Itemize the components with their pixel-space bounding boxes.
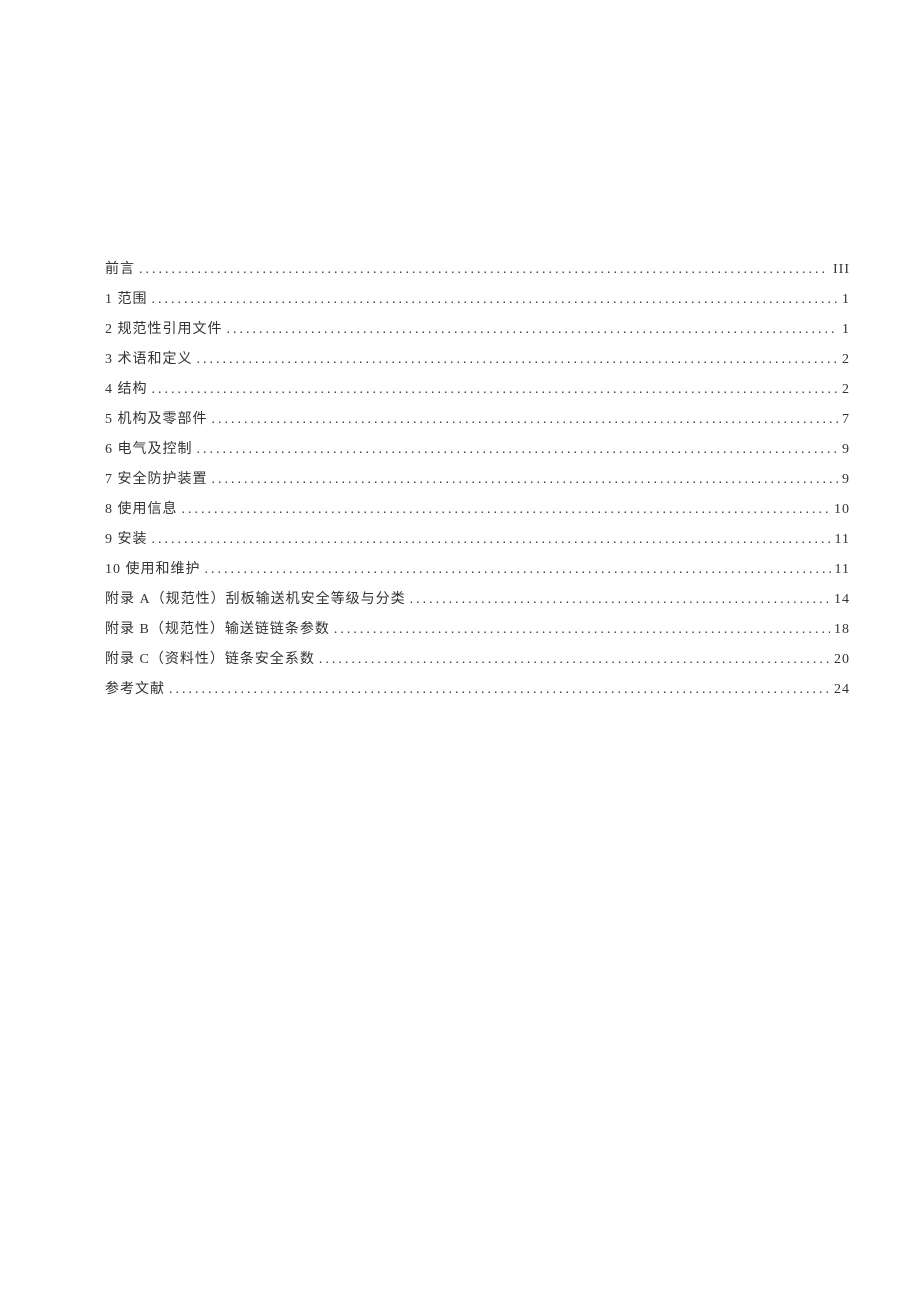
toc-title: 6 电气及控制 <box>105 435 193 465</box>
toc-leader-dots <box>139 255 829 285</box>
toc-title: 2 规范性引用文件 <box>105 315 223 345</box>
toc-page-number: 11 <box>835 555 850 585</box>
toc-leader-dots <box>197 435 839 465</box>
table-of-contents: 前言 III 1 范围 1 2 规范性引用文件 1 3 术语和定义 2 4 结构… <box>105 255 850 705</box>
toc-leader-dots <box>212 465 839 495</box>
toc-page-number: 2 <box>842 375 850 405</box>
toc-title: 8 使用信息 <box>105 495 178 525</box>
toc-entry: 附录 B（规范性）输送链链条参数 18 <box>105 615 850 645</box>
toc-leader-dots <box>227 315 839 345</box>
toc-entry: 前言 III <box>105 255 850 285</box>
toc-entry: 7 安全防护装置 9 <box>105 465 850 495</box>
toc-leader-dots <box>197 345 839 375</box>
toc-entry: 10 使用和维护 11 <box>105 555 850 585</box>
toc-entry: 2 规范性引用文件 1 <box>105 315 850 345</box>
toc-title: 3 术语和定义 <box>105 345 193 375</box>
toc-leader-dots <box>410 585 830 615</box>
toc-leader-dots <box>334 615 830 645</box>
toc-entry: 参考文献 24 <box>105 675 850 705</box>
toc-page-number: 10 <box>834 495 850 525</box>
toc-page-number: 14 <box>834 585 850 615</box>
toc-page-number: 18 <box>834 615 850 645</box>
toc-page-number: 11 <box>835 525 850 555</box>
toc-entry: 4 结构 2 <box>105 375 850 405</box>
toc-leader-dots <box>169 675 830 705</box>
toc-title: 参考文献 <box>105 675 165 705</box>
toc-leader-dots <box>212 405 839 435</box>
toc-leader-dots <box>152 285 839 315</box>
toc-entry: 3 术语和定义 2 <box>105 345 850 375</box>
toc-page-number: 9 <box>842 435 850 465</box>
toc-title: 10 使用和维护 <box>105 555 201 585</box>
toc-title: 9 安装 <box>105 525 148 555</box>
toc-title: 附录 C（资料性）链条安全系数 <box>105 645 315 675</box>
toc-leader-dots <box>319 645 830 675</box>
toc-page-number: III <box>833 255 850 285</box>
toc-leader-dots <box>205 555 831 585</box>
toc-title: 1 范围 <box>105 285 148 315</box>
toc-title: 4 结构 <box>105 375 148 405</box>
toc-title: 附录 A（规范性）刮板输送机安全等级与分类 <box>105 585 406 615</box>
toc-leader-dots <box>152 375 839 405</box>
toc-page-number: 1 <box>842 315 850 345</box>
toc-page-number: 20 <box>834 645 850 675</box>
toc-page-number: 2 <box>842 345 850 375</box>
toc-leader-dots <box>182 495 831 525</box>
toc-page-number: 7 <box>842 405 850 435</box>
toc-page-number: 24 <box>834 675 850 705</box>
toc-entry: 1 范围 1 <box>105 285 850 315</box>
toc-entry: 5 机构及零部件 7 <box>105 405 850 435</box>
toc-page-number: 1 <box>842 285 850 315</box>
toc-entry: 8 使用信息 10 <box>105 495 850 525</box>
toc-entry: 附录 A（规范性）刮板输送机安全等级与分类 14 <box>105 585 850 615</box>
toc-entry: 6 电气及控制 9 <box>105 435 850 465</box>
toc-title: 5 机构及零部件 <box>105 405 208 435</box>
toc-leader-dots <box>152 525 831 555</box>
toc-entry: 9 安装 11 <box>105 525 850 555</box>
toc-title: 7 安全防护装置 <box>105 465 208 495</box>
toc-title: 附录 B（规范性）输送链链条参数 <box>105 615 330 645</box>
toc-page-number: 9 <box>842 465 850 495</box>
toc-title: 前言 <box>105 255 135 285</box>
toc-entry: 附录 C（资料性）链条安全系数 20 <box>105 645 850 675</box>
